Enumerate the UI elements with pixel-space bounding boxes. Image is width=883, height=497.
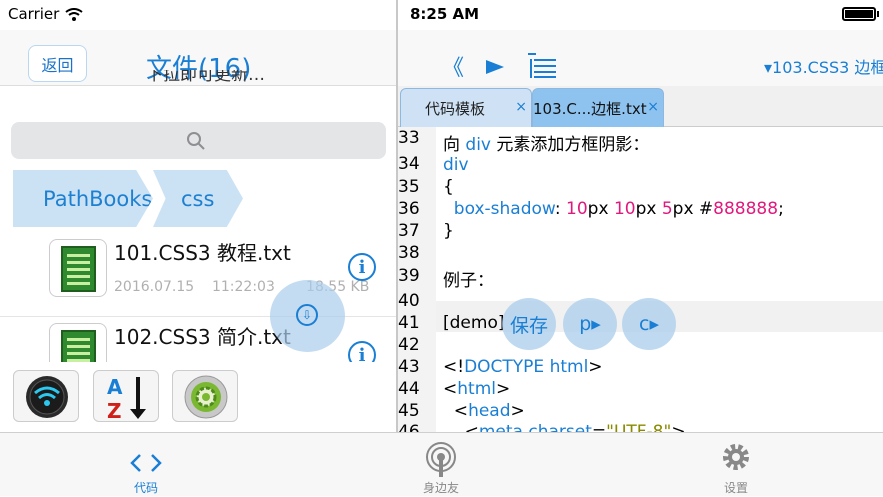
floating-action-button[interactable]: ⇩ xyxy=(270,280,345,352)
tab-label: 设置 xyxy=(723,481,748,495)
breadcrumb-css[interactable]: css xyxy=(153,170,243,227)
tab-label: 代码模板 xyxy=(425,99,486,118)
back-double-chevron-icon[interactable]: 《 xyxy=(442,50,464,82)
battery-icon xyxy=(842,7,876,21)
editor-pane: 8:25 AM 《 ▾103.CSS3 边框 代码模板 × 103.C...边框… xyxy=(398,0,883,432)
file-toolbar: A Z xyxy=(0,362,396,432)
battery-cap xyxy=(877,11,879,17)
file-date: 2016.07.15 xyxy=(114,279,195,295)
run-p-button[interactable]: p▸ xyxy=(563,298,617,350)
line-number: 41 xyxy=(398,313,420,333)
line-number: 46 xyxy=(398,422,420,432)
line-number: 45 xyxy=(398,401,420,421)
tab-nearby-friends[interactable]: 身边友 xyxy=(381,433,501,497)
tab-label: 103.C...边框.txt xyxy=(533,99,647,118)
bottom-tab-bar: 代码 身边友 设置 xyxy=(0,432,883,496)
file-browser-pane: Carrier 返回 文件(16) 下拉即可更新… PathBooks css … xyxy=(0,0,396,432)
tab-code[interactable]: 代码 xyxy=(86,433,206,497)
line-number: 40 xyxy=(398,291,420,311)
settings-button[interactable] xyxy=(172,370,238,422)
broadcast-antenna-icon xyxy=(426,442,456,477)
code-line[interactable]: <meta charset="UTF-8"> xyxy=(443,422,686,432)
breadcrumb-pathbooks[interactable]: PathBooks xyxy=(13,170,153,227)
document-title-dropdown[interactable]: ▾103.CSS3 边框 xyxy=(764,54,883,78)
line-number: 33 xyxy=(398,128,420,148)
pull-to-refresh-hint: 下拉即可更新… xyxy=(146,70,265,85)
text-file-icon xyxy=(49,239,107,297)
carrier-label: Carrier xyxy=(8,5,60,23)
search-bar[interactable] xyxy=(11,122,386,159)
line-number: 37 xyxy=(398,221,420,241)
code-line[interactable]: <!DOCTYPE html> xyxy=(443,357,603,377)
wifi-signal-icon xyxy=(65,7,83,21)
tab-code-template[interactable]: 代码模板 × xyxy=(400,88,532,127)
editor-toolbar: 《 ▾103.CSS3 边框 xyxy=(398,30,883,86)
download-icon: ⇩ xyxy=(296,304,318,326)
line-number: 34 xyxy=(398,154,420,174)
file-name: 102.CSS3 简介.txt xyxy=(114,325,291,349)
code-brackets-icon xyxy=(130,454,162,472)
code-line[interactable]: box-shadow: 10px 10px 5px #888888; xyxy=(443,199,784,219)
file-time: 11:22:03 xyxy=(211,279,275,295)
status-time: 8:25 AM xyxy=(410,5,480,23)
editor-tabs: 代码模板 × 103.C...边框.txt × xyxy=(398,86,883,127)
line-number: 38 xyxy=(398,243,420,263)
wifi-icon xyxy=(26,376,68,418)
wifi-transfer-button[interactable] xyxy=(13,370,79,422)
code-line[interactable]: { xyxy=(443,177,454,197)
code-line[interactable]: 例子： xyxy=(443,266,494,291)
tab-current-file[interactable]: 103.C...边框.txt × xyxy=(532,88,664,127)
close-icon[interactable]: × xyxy=(647,99,659,115)
svg-text:Z: Z xyxy=(107,399,122,423)
play-icon[interactable] xyxy=(486,60,504,74)
line-number: 36 xyxy=(398,199,420,219)
gear-icon xyxy=(723,444,749,470)
svg-text:A: A xyxy=(107,375,123,399)
run-c-button[interactable]: c▸ xyxy=(622,298,676,350)
status-bar-left: Carrier xyxy=(8,5,83,23)
line-number: 44 xyxy=(398,379,420,399)
outline-list-icon[interactable] xyxy=(528,52,556,78)
tab-settings[interactable]: 设置 xyxy=(676,433,796,497)
close-icon[interactable]: × xyxy=(515,99,527,115)
code-line[interactable]: <html> xyxy=(443,379,510,399)
code-line[interactable]: div xyxy=(443,155,469,175)
code-line[interactable]: <head> xyxy=(443,401,525,421)
back-button[interactable]: 返回 xyxy=(28,45,87,82)
line-number: 43 xyxy=(398,357,420,377)
sort-az-icon: A Z xyxy=(107,375,146,423)
line-number: 35 xyxy=(398,177,420,197)
search-icon xyxy=(187,132,205,150)
info-icon[interactable]: i xyxy=(348,253,376,281)
code-line[interactable]: } xyxy=(443,221,454,241)
tab-label: 代码 xyxy=(133,481,158,495)
settings-gear-icon xyxy=(184,375,228,419)
file-name: 101.CSS3 教程.txt xyxy=(114,241,291,265)
line-number: 39 xyxy=(398,266,420,286)
save-button[interactable]: 保存 xyxy=(502,298,556,350)
code-line[interactable]: 向 div 元素添加方框阴影： xyxy=(443,130,649,155)
sort-button[interactable]: A Z xyxy=(93,370,159,423)
line-number: 42 xyxy=(398,335,420,355)
tab-label: 身边友 xyxy=(422,481,459,495)
code-line[interactable]: [demo] xyxy=(443,313,504,333)
